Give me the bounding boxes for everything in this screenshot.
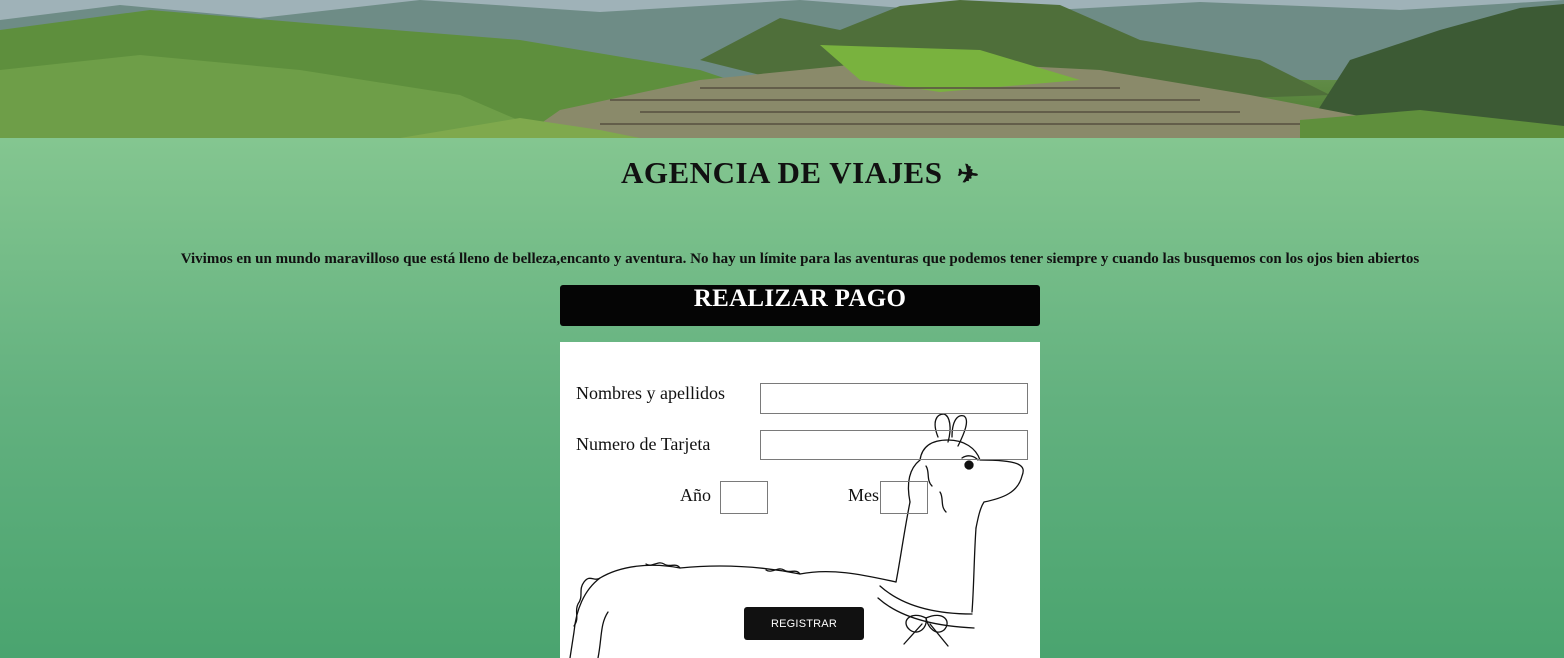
tagline: Vivimos en un mundo maravilloso que está…: [180, 251, 1420, 267]
card-number-input[interactable]: [760, 430, 1028, 460]
month-label: Mes: [848, 485, 879, 505]
register-button[interactable]: REGISTRAR: [744, 607, 864, 640]
page-title: AGENCIA DE VIAJES ✈: [0, 155, 1564, 191]
page-title-text: AGENCIA DE VIAJES: [621, 155, 943, 190]
year-label: Año: [680, 485, 711, 505]
payment-heading: REALIZAR PAGO: [560, 285, 1040, 326]
payment-form: Nombres y apellidos Numero de Tarjeta Añ…: [560, 342, 1040, 658]
name-input[interactable]: [760, 383, 1028, 414]
airplane-icon: ✈: [954, 158, 981, 191]
month-input[interactable]: [880, 481, 928, 514]
year-input[interactable]: [720, 481, 768, 514]
name-label: Nombres y apellidos: [576, 383, 725, 403]
hero-banner: [0, 0, 1564, 138]
mountain-ruins-image: [0, 0, 1564, 138]
card-number-label: Numero de Tarjeta: [576, 434, 711, 454]
